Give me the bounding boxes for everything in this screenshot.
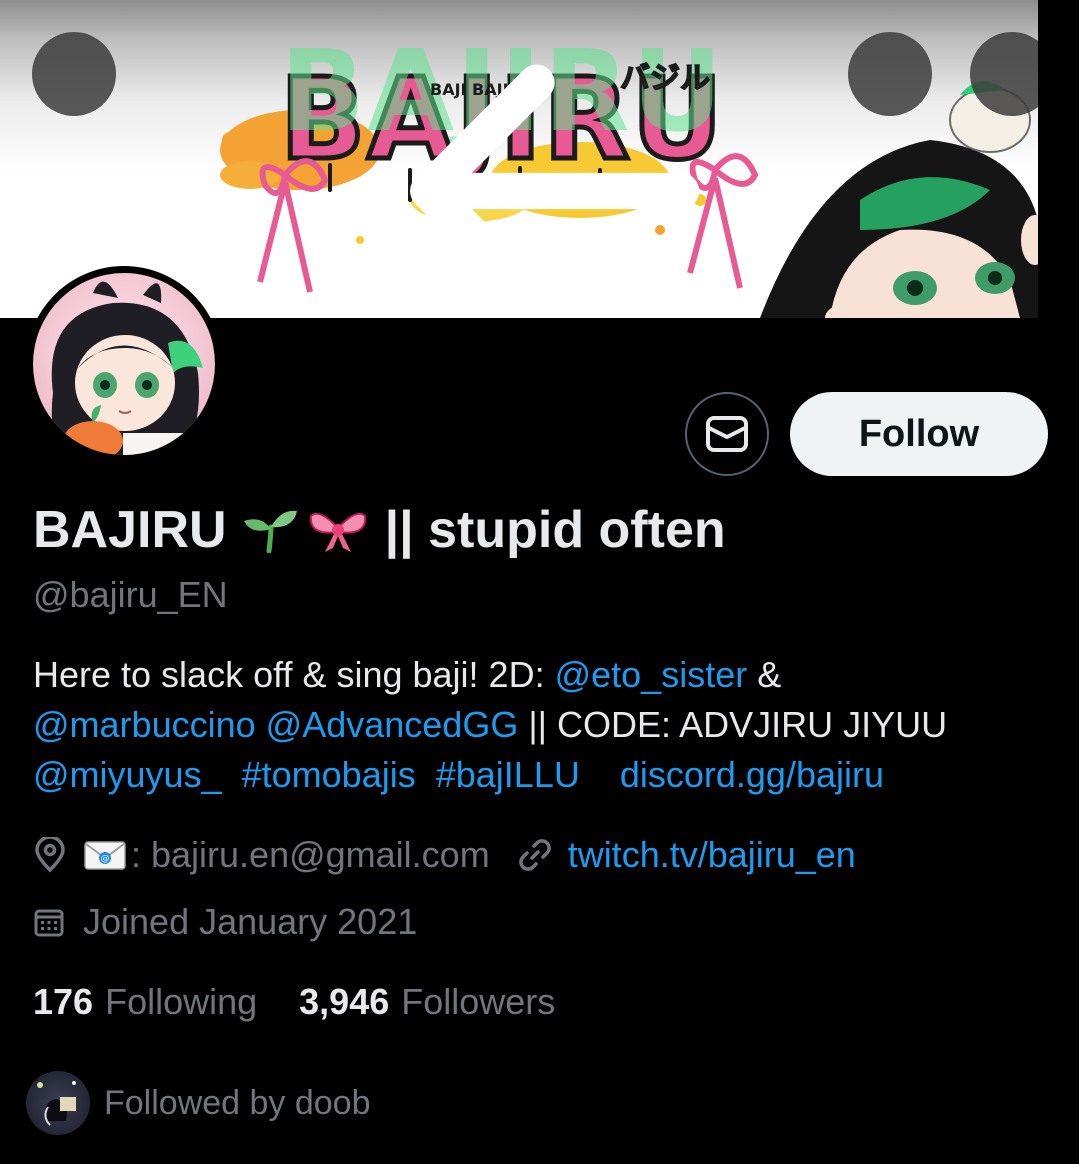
following-label: Following [105,981,258,1022]
avatar-image [51,281,203,455]
profile-screen: BAJIRU BAJIRU BAJI BAJI! バジル Follow BAJI… [0,0,1079,1164]
follower-avatar [26,1071,90,1135]
profile-bio: Here to slack off & sing baji! 2D: @eto_… [33,650,1043,800]
following-link[interactable]: 176 Following [33,981,257,1023]
link-icon [518,838,552,872]
bio-text: & [747,654,782,695]
followers-label: Followers [401,981,556,1022]
more-vertical-icon [970,32,1038,318]
bio-text: || CODE: ADVJIRU JIYUU [518,704,948,745]
mention-link[interactable]: @AdvancedGG [266,704,519,745]
follow-stats: 176 Following 3,946 Followers [33,977,555,1027]
profile-meta: @ : bajiru.en@gmail.com twitch.tv/bajiru… [33,830,856,880]
banner-edge [1038,0,1079,318]
envelope-emoji-icon: @ [83,838,127,872]
ribbon-icon [307,506,369,554]
display-name-main: BAJIRU [33,501,227,559]
followed-by[interactable]: Followed by doob [26,1070,371,1136]
back-button[interactable] [32,32,700,318]
followers-link[interactable]: 3,946 Followers [299,981,555,1023]
search-button[interactable] [848,32,932,116]
following-count: 176 [33,981,94,1022]
calendar-icon [33,906,65,938]
hashtag-link[interactable]: #bajILLU [436,754,580,795]
more-options-button[interactable] [970,32,1038,116]
bio-text: Here to slack off & sing baji! 2D: [33,654,555,695]
website-link[interactable]: twitch.tv/bajiru_en [568,834,856,876]
follow-button[interactable]: Follow [790,392,1048,476]
followers-count: 3,946 [299,981,390,1022]
svg-text:@: @ [101,854,110,864]
location-text: : bajiru.en@gmail.com [131,834,490,875]
followed-by-text: Followed by doob [104,1083,371,1122]
mention-link[interactable]: @eto_sister [555,654,748,695]
location-icon [33,837,67,873]
joined-text: Joined January 2021 [83,901,418,942]
seedling-icon [241,507,299,553]
profile-handle: @bajiru_EN [33,574,228,615]
profile-avatar[interactable] [26,266,222,462]
display-name: BAJIRU || stupid often [33,500,726,560]
joined-date: Joined January 2021 [33,897,417,947]
display-name-suffix: || stupid often [384,501,726,559]
mail-icon [706,416,748,452]
message-button[interactable] [685,392,769,476]
mention-link[interactable]: @miyuyus_ [33,754,222,795]
hashtag-link[interactable]: #tomobajis [242,754,416,795]
discord-link[interactable]: discord.gg/bajiru [620,754,884,795]
mention-link[interactable]: @marbuccino [33,704,256,745]
